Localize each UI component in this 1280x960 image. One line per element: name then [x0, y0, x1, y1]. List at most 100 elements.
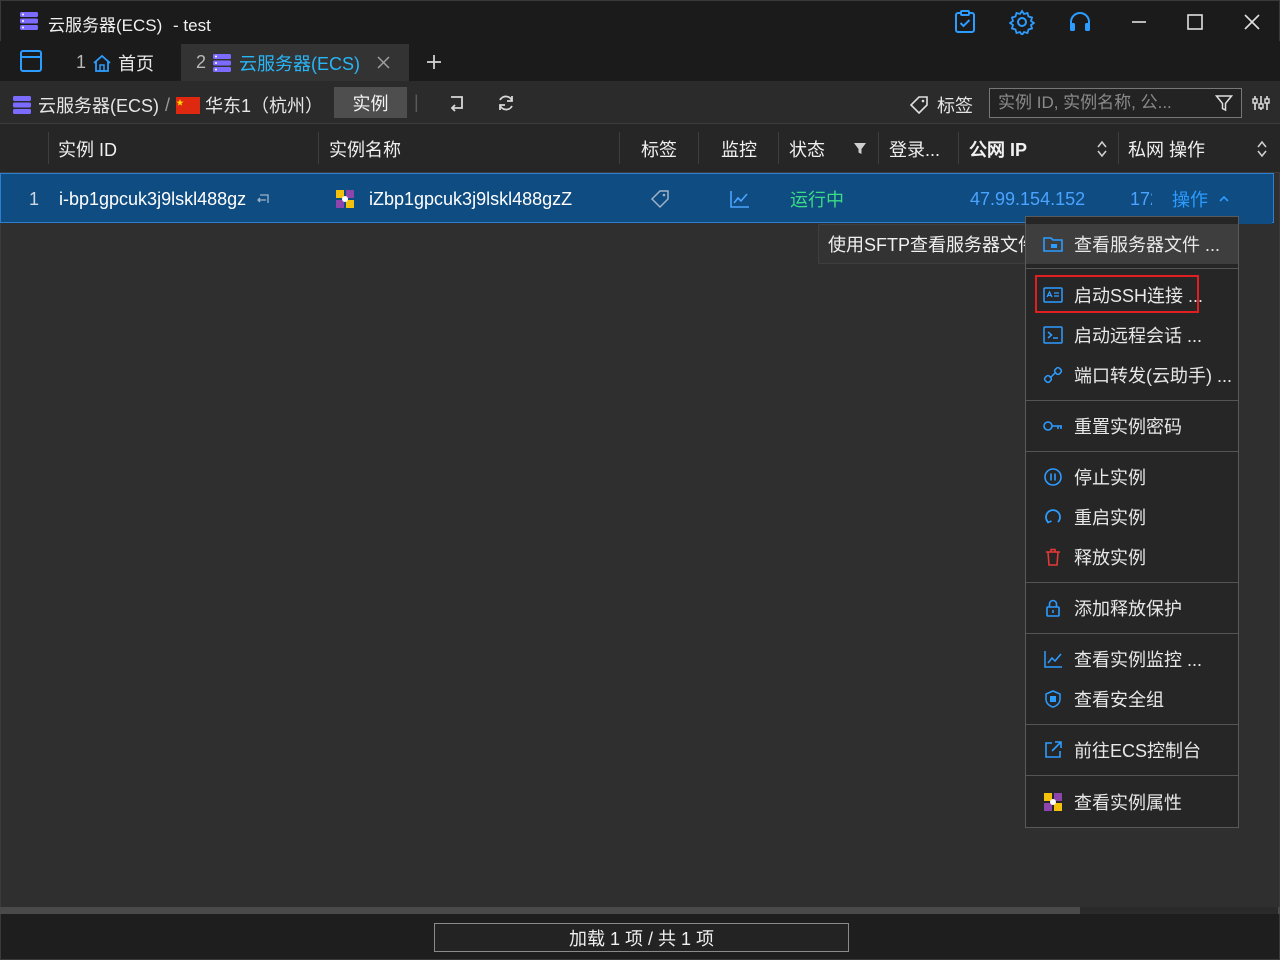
- column-divider: [619, 132, 620, 164]
- column-header-tags[interactable]: 标签: [641, 124, 677, 173]
- key-icon: [1042, 415, 1064, 437]
- menu-item-label: 停止实例: [1074, 468, 1146, 488]
- menu-divider: [1026, 633, 1238, 634]
- tab-close-icon[interactable]: [377, 56, 390, 69]
- menu-item-label: 查看安全组: [1074, 690, 1164, 710]
- toolbar-divider: |: [414, 92, 419, 112]
- sort-icon[interactable]: [1256, 140, 1268, 158]
- headset-icon[interactable]: [1067, 9, 1093, 35]
- trash-icon: [1042, 546, 1064, 568]
- window-title-main: 云服务器(ECS): [48, 16, 163, 35]
- pause-icon: [1042, 466, 1064, 488]
- sidebar-toggle-icon[interactable]: [20, 50, 42, 72]
- menu-item-label: 添加释放保护: [1074, 599, 1182, 619]
- properties-icon: [1042, 791, 1064, 813]
- close-icon[interactable]: [1239, 9, 1265, 35]
- add-tab-icon[interactable]: [425, 53, 443, 71]
- tag-icon[interactable]: [650, 189, 670, 209]
- column-settings-icon[interactable]: [1251, 93, 1271, 113]
- instance-button[interactable]: 实例: [334, 87, 407, 118]
- menu-item-view-monitoring[interactable]: 查看实例监控 ...: [1026, 639, 1238, 679]
- menu-item-security-group[interactable]: 查看安全组: [1026, 679, 1238, 719]
- chart-icon: [1042, 648, 1064, 670]
- menu-item-view-files[interactable]: 查看服务器文件 ...: [1026, 224, 1238, 264]
- external-link-icon: [1042, 739, 1064, 761]
- breadcrumb-separator: /: [165, 94, 171, 115]
- instance-name-cell[interactable]: iZbp1gpcuk3j9lskl488gzZ: [369, 174, 572, 224]
- column-header-monitor[interactable]: 监控: [721, 124, 757, 173]
- status-filter-icon[interactable]: [853, 142, 867, 156]
- breadcrumb: 云服务器(ECS) /: [12, 92, 170, 118]
- menu-item-label: 查看服务器文件 ...: [1074, 235, 1221, 255]
- menu-item-port-forward[interactable]: 端口转发(云助手) ...: [1026, 355, 1238, 395]
- minimize-icon[interactable]: [1126, 9, 1152, 35]
- tab-label: 云服务器(ECS): [239, 53, 361, 74]
- breadcrumb-service[interactable]: 云服务器(ECS): [38, 92, 159, 118]
- column-header-instance-id[interactable]: 实例 ID: [58, 124, 117, 173]
- gear-icon[interactable]: [1009, 9, 1035, 35]
- load-status-button[interactable]: 加载 1 项 / 共 1 项: [434, 923, 849, 952]
- tags-filter[interactable]: 标签: [910, 92, 973, 118]
- search-input[interactable]: [998, 92, 1208, 114]
- title-bar: 云服务器(ECS) - test: [0, 0, 1280, 41]
- maximize-icon[interactable]: [1182, 9, 1208, 35]
- menu-item-reset-password[interactable]: 重置实例密码: [1026, 406, 1238, 446]
- menu-divider: [1026, 582, 1238, 583]
- home-icon: [93, 54, 111, 72]
- menu-item-remote-session[interactable]: 启动远程会话 ...: [1026, 315, 1238, 355]
- column-divider: [878, 132, 879, 164]
- tab-ecs[interactable]: 2 云服务器(ECS): [181, 44, 409, 81]
- server-icon: [20, 12, 38, 30]
- lock-icon: [1042, 597, 1064, 619]
- return-icon[interactable]: [447, 93, 467, 113]
- column-header-status[interactable]: 状态: [789, 124, 825, 173]
- menu-item-instance-properties[interactable]: 查看实例属性: [1026, 782, 1238, 822]
- menu-item-ecs-console[interactable]: 前往ECS控制台: [1026, 730, 1238, 770]
- window-title-sub: - test: [173, 16, 211, 35]
- menu-divider: [1026, 451, 1238, 452]
- menu-item-release-instance[interactable]: 释放实例: [1026, 537, 1238, 577]
- tab-bar: 1 首页 2 云服务器(ECS): [0, 41, 1280, 81]
- menu-item-add-release-protection[interactable]: 添加释放保护: [1026, 588, 1238, 628]
- linux-instance-icon: [336, 190, 354, 208]
- region-selector[interactable]: 华东1（杭州）: [176, 92, 323, 118]
- column-header-private-ip[interactable]: 私网: [1128, 124, 1164, 173]
- footer: 加载 1 项 / 共 1 项: [0, 914, 1280, 960]
- menu-item-stop-instance[interactable]: 停止实例: [1026, 457, 1238, 497]
- sort-icon[interactable]: [1096, 140, 1108, 158]
- toolbar: 云服务器(ECS) / 华东1（杭州） 实例 | 标签: [0, 81, 1280, 124]
- menu-item-label: 释放实例: [1074, 548, 1146, 568]
- menu-divider: [1026, 775, 1238, 776]
- filter-icon[interactable]: [1215, 94, 1233, 112]
- menu-item-label: 查看实例监控 ...: [1074, 650, 1203, 670]
- menu-item-restart-instance[interactable]: 重启实例: [1026, 497, 1238, 537]
- restart-icon: [1042, 506, 1064, 528]
- column-divider: [48, 132, 49, 164]
- clipboard-check-icon[interactable]: [952, 9, 978, 35]
- copy-icon[interactable]: [257, 192, 271, 206]
- menu-item-label: 端口转发(云助手) ...: [1074, 366, 1232, 386]
- row-index: 1: [29, 188, 40, 209]
- menu-item-label: 前往ECS控制台: [1074, 741, 1202, 761]
- column-divider: [958, 132, 959, 164]
- monitor-chart-icon[interactable]: [729, 189, 751, 209]
- column-header-login[interactable]: 登录...: [889, 124, 940, 173]
- column-header-instance-name[interactable]: 实例名称: [329, 124, 401, 173]
- window-title: 云服务器(ECS) - test: [48, 11, 211, 36]
- table-header: 实例 ID 实例名称 标签 监控 状态 登录... 公网 IP 私网 操作: [0, 124, 1280, 173]
- column-header-actions[interactable]: 操作: [1169, 124, 1205, 173]
- tab-home[interactable]: 1 首页: [62, 44, 180, 81]
- search-box: [989, 88, 1242, 118]
- menu-divider: [1026, 268, 1238, 269]
- instance-id-cell[interactable]: i-bp1gpcuk3j9lskl488gz: [59, 174, 246, 224]
- tags-label: 标签: [937, 96, 973, 116]
- menu-item-label: 启动远程会话 ...: [1074, 326, 1203, 346]
- refresh-icon[interactable]: [496, 93, 516, 113]
- link-icon: [1042, 364, 1064, 386]
- highlight-box: [1035, 275, 1199, 313]
- menu-item-label: 查看实例属性: [1074, 793, 1182, 813]
- column-header-public-ip[interactable]: 公网 IP: [969, 124, 1027, 173]
- column-divider: [698, 132, 699, 164]
- actions-label: 操作: [1172, 190, 1208, 210]
- china-flag-icon: [176, 96, 200, 114]
